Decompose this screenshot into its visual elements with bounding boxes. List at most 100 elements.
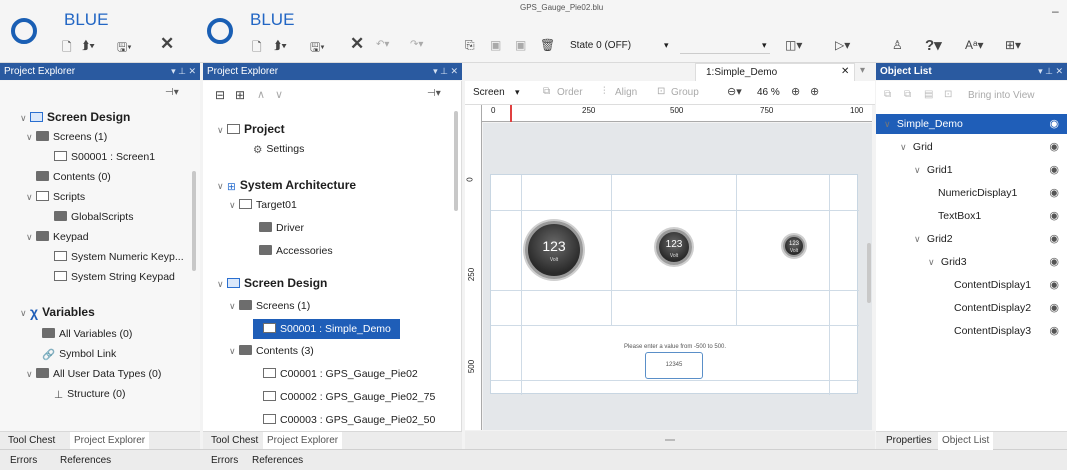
object-list-item[interactable]: ∨ Grid1 ◉ xyxy=(876,160,1067,180)
object-list-item[interactable]: ∨ Grid ◉ xyxy=(876,137,1067,157)
errors-tab-2[interactable]: Errors xyxy=(207,452,242,470)
editor-tab[interactable]: 1:Simple_Demo ✕ xyxy=(695,63,855,81)
open-file-icon[interactable]: ⮭▾ xyxy=(82,38,95,53)
paste-icon[interactable]: ▣ xyxy=(490,38,501,52)
screen-canvas[interactable]: 123 Volt 123 Volt 123 Volt Please enter … xyxy=(490,174,859,395)
expand-chevron-icon[interactable]: ∨ xyxy=(26,127,36,147)
left-tree-item[interactable]: System String Keypad xyxy=(44,267,175,287)
tool-chest-tab[interactable]: Tool Chest xyxy=(4,432,59,450)
editor-tab-close-icon[interactable]: ✕ xyxy=(841,66,849,77)
mid-tree-item[interactable]: Driver xyxy=(249,218,304,238)
mid-tree-item[interactable]: ∨ Project xyxy=(217,119,285,139)
object-list-item[interactable]: ContentDisplay1 ◉ xyxy=(876,275,1067,295)
zoom-fit-icon[interactable]: ⊕ xyxy=(810,85,819,98)
zoom-out-icon[interactable]: ⊖▾ xyxy=(727,85,742,98)
object-list-item[interactable]: ∨ Grid2 ◉ xyxy=(876,229,1067,249)
redo-icon[interactable]: ↷▾ xyxy=(410,39,423,50)
user-icon[interactable]: ♙ xyxy=(892,38,903,52)
collapse-all-icon[interactable]: ⊟ xyxy=(215,88,225,102)
left-panel-scrollbar[interactable] xyxy=(192,171,196,271)
close-icon-2[interactable]: ✕ xyxy=(350,34,364,54)
tool-icon-d[interactable]: ⊡ xyxy=(944,89,952,100)
left-tree-item[interactable]: ∨ Screen Design xyxy=(20,107,130,127)
left-tree-item[interactable]: System Numeric Keyp... xyxy=(44,247,184,267)
expand-chevron-icon[interactable]: ∨ xyxy=(26,364,36,384)
gauge-display-2[interactable]: 123 Volt xyxy=(656,229,692,265)
gauge-display-3[interactable]: 123 Volt xyxy=(783,235,805,257)
expand-chevron-icon[interactable]: ∨ xyxy=(914,229,924,249)
mid-tree-item[interactable]: ∨ Target01 xyxy=(229,195,297,215)
screen-select[interactable]: Screen xyxy=(473,87,505,98)
move-up-icon[interactable]: ∧ xyxy=(257,88,265,101)
mid-tree-item[interactable]: ∨ Screen Design xyxy=(217,273,327,293)
left-tree-item[interactable]: ⊥ Structure (0) xyxy=(44,384,126,404)
numeric-input[interactable]: 12345 xyxy=(645,352,703,379)
tool-chest-tab-2[interactable]: Tool Chest xyxy=(207,432,262,450)
object-list-item[interactable]: ContentDisplay3 ◉ xyxy=(876,321,1067,341)
expand-chevron-icon[interactable]: ∨ xyxy=(229,296,239,316)
visibility-eye-icon[interactable]: ◉ xyxy=(1049,298,1059,318)
mid-panel-scrollbar[interactable] xyxy=(454,111,458,211)
mid-tree-item[interactable]: C00002 : GPS_Gauge_Pie02_75 xyxy=(253,387,435,407)
tool-icon-a[interactable]: ⧉ xyxy=(884,89,891,100)
canvas-scrollbar-v[interactable] xyxy=(867,243,871,303)
left-tree-item[interactable]: ∨ Keypad xyxy=(26,227,89,247)
state-dropdown-2-icon[interactable]: ▾ xyxy=(762,40,767,51)
visibility-eye-icon[interactable]: ◉ xyxy=(1049,275,1059,295)
pin-icon[interactable]: ▾ ⊥ ✕ xyxy=(171,63,196,80)
object-list-item[interactable]: NumericDisplay1 ◉ xyxy=(876,183,1067,203)
save-icon-2[interactable]: 🖫▾ xyxy=(310,38,325,59)
project-explorer-tab-2[interactable]: Project Explorer xyxy=(263,432,343,450)
mid-tree-item[interactable]: C00003 : GPS_Gauge_Pie02_50 xyxy=(253,410,435,430)
properties-tab[interactable]: Properties xyxy=(882,432,936,450)
visibility-eye-icon[interactable]: ◉ xyxy=(1049,206,1059,226)
expand-chevron-icon[interactable]: ∨ xyxy=(217,274,227,294)
run-icon[interactable]: ▷▾ xyxy=(835,38,850,52)
tool-icon-c[interactable]: ▤ xyxy=(924,89,933,100)
expand-chevron-icon[interactable]: ∨ xyxy=(928,252,938,272)
mid-tree-item[interactable]: ∨ ⊞ System Architecture xyxy=(217,175,356,195)
expand-chevron-icon[interactable]: ∨ xyxy=(217,120,227,140)
close-icon[interactable]: ✕ xyxy=(160,34,174,54)
left-panel-pin-toggle[interactable]: ⊣▾ xyxy=(165,87,179,98)
expand-chevron-icon[interactable]: ∨ xyxy=(26,187,36,207)
canvas-scroll-thumb[interactable] xyxy=(665,439,675,441)
group-button[interactable]: Group xyxy=(671,87,699,98)
undo-icon[interactable]: ↶▾ xyxy=(376,39,389,50)
expand-chevron-icon[interactable]: ∨ xyxy=(20,303,30,323)
tab-overflow-icon[interactable]: ▾ xyxy=(860,65,865,76)
visibility-eye-icon[interactable]: ◉ xyxy=(1049,321,1059,341)
left-tree-item[interactable]: ∨ Screens (1) xyxy=(26,127,107,147)
visibility-eye-icon[interactable]: ◉ xyxy=(1049,229,1059,249)
expand-chevron-icon[interactable]: ∨ xyxy=(900,137,910,157)
left-tree-item[interactable]: All Variables (0) xyxy=(32,324,132,344)
canvas-area[interactable]: 123 Volt 123 Volt 123 Volt Please enter … xyxy=(483,123,872,430)
minimize-button[interactable]: – xyxy=(1052,4,1059,18)
order-button[interactable]: Order xyxy=(557,87,583,98)
new-file-icon-2[interactable]: 🗋 xyxy=(252,38,262,59)
visibility-eye-icon[interactable]: ◉ xyxy=(1049,137,1059,157)
visibility-eye-icon[interactable]: ◉ xyxy=(1049,160,1059,180)
pin-icon-2[interactable]: ▾ ⊥ ✕ xyxy=(433,63,458,80)
expand-chevron-icon[interactable]: ∨ xyxy=(914,160,924,180)
mid-tree-item[interactable]: ∨ Screens (1) xyxy=(229,296,310,316)
errors-tab[interactable]: Errors xyxy=(6,452,41,470)
expand-chevron-icon[interactable]: ∨ xyxy=(884,114,894,134)
cut-icon[interactable]: ▣ xyxy=(515,38,526,52)
left-tree-item[interactable]: ∨ All User Data Types (0) xyxy=(26,364,161,384)
left-tree-item[interactable]: GlobalScripts xyxy=(44,207,133,227)
font-icon[interactable]: Aᵃ▾ xyxy=(965,38,984,52)
mid-pin-toggle[interactable]: ⊣▾ xyxy=(427,88,441,99)
zoom-in-icon[interactable]: ⊕ xyxy=(791,85,800,98)
left-tree-item[interactable]: ∨ Scripts xyxy=(26,187,85,207)
visibility-eye-icon[interactable]: ◉ xyxy=(1049,114,1059,134)
object-list-item[interactable]: TextBox1 ◉ xyxy=(876,206,1067,226)
project-explorer-tab[interactable]: Project Explorer xyxy=(70,432,150,450)
gauge-display-1[interactable]: 123 Volt xyxy=(525,221,583,279)
delete-icon[interactable]: 🗑 xyxy=(540,38,555,52)
layout-icon[interactable]: ◫▾ xyxy=(785,38,802,52)
expand-chevron-icon[interactable]: ∨ xyxy=(229,341,239,361)
mid-tree-item[interactable]: ∨ Contents (3) xyxy=(229,341,314,361)
bring-into-view-button[interactable]: Bring into View xyxy=(968,90,1035,101)
move-down-icon[interactable]: ∨ xyxy=(275,88,283,101)
